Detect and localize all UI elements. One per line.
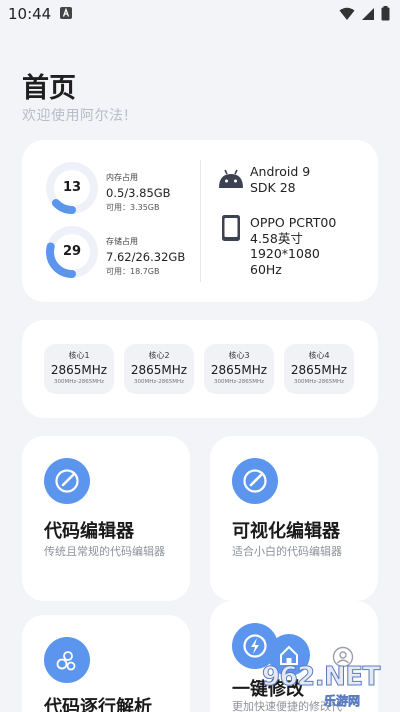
storage-value: 7.62/26.32GB: [106, 250, 186, 264]
core-name: 核心4: [308, 351, 330, 360]
storage-label: 存储占用: [106, 237, 138, 246]
feature-title: 可视化编辑器: [232, 521, 340, 542]
page-subtitle: 欢迎使用阿尔法!: [22, 108, 130, 124]
pen-icon: [232, 458, 278, 504]
android-icon: [218, 168, 244, 194]
watermark-brand: 962.NET: [262, 662, 381, 693]
watermark-logo: 962.NET 乐游网: [262, 662, 398, 710]
page-title: 首页: [22, 73, 76, 104]
feature-title: 代码编辑器: [44, 521, 134, 542]
sdk-version: SDK 28: [250, 179, 296, 195]
device-info-card: 13 内存占用 0.5/3.85GB 可用：3.35GB 29 存储占用 7.6…: [22, 140, 378, 302]
memory-label: 内存占用: [106, 173, 138, 182]
storage-meta: 存储占用 7.62/26.32GB 可用：18.7GB: [106, 236, 185, 277]
pen-icon: [44, 458, 90, 504]
feature-desc: 传统且常规的代码编辑器: [44, 545, 165, 558]
memory-percent: 13: [62, 180, 82, 195]
memory-value: 0.5/3.85GB: [106, 186, 171, 200]
status-time: 10:44: [8, 5, 52, 23]
screen-resolution: 1920*1080: [250, 246, 320, 261]
memory-ring: 13: [44, 160, 100, 216]
signal-icon: [362, 7, 374, 20]
battery-icon: [381, 6, 390, 21]
bubbles-icon: [44, 637, 90, 683]
device-model: OPPO PCRT00: [250, 215, 337, 230]
core-name: 核心2: [148, 351, 170, 360]
core-freq: 2865MHz: [130, 363, 188, 377]
cpu-cores-card: 核心1 2865MHz 300MHz-2865MHz 核心2 2865MHz 3…: [22, 320, 378, 418]
core-freq: 2865MHz: [50, 363, 108, 377]
info-divider: [200, 160, 201, 282]
core-chip: 核心2 2865MHz 300MHz-2865MHz: [124, 344, 194, 394]
core-name: 核心1: [68, 351, 90, 360]
code-editor-card[interactable]: 代码编辑器 传统且常规的代码编辑器: [22, 436, 190, 601]
core-range: 300MHz-2865MHz: [53, 379, 104, 385]
core-range: 300MHz-2865MHz: [293, 379, 344, 385]
memory-available: 可用：3.35GB: [106, 203, 160, 212]
feature-desc: 适合小白的代码编辑器: [232, 545, 342, 558]
storage-ring: 29: [44, 224, 100, 280]
core-chip: 核心4 2865MHz 300MHz-2865MHz: [284, 344, 354, 394]
phone-icon: [221, 214, 241, 246]
android-version: Android 9: [250, 164, 311, 179]
wifi-icon: [339, 7, 355, 20]
core-chip: 核心3 2865MHz 300MHz-2865MHz: [204, 344, 274, 394]
watermark-text: 乐游网: [324, 694, 361, 709]
core-range: 300MHz-2865MHz: [133, 379, 184, 385]
notification-a-icon: [60, 7, 72, 19]
line-parse-card[interactable]: 代码逐行解析: [22, 615, 190, 712]
core-freq: 2865MHz: [290, 363, 348, 377]
status-bar: 10:44: [0, 0, 400, 28]
core-freq: 2865MHz: [210, 363, 268, 377]
visual-editor-card[interactable]: 可视化编辑器 适合小白的代码编辑器: [210, 436, 378, 601]
core-range: 300MHz-2865MHz: [213, 379, 264, 385]
core-chip: 核心1 2865MHz 300MHz-2865MHz: [44, 344, 114, 394]
screen-size: 4.58英寸: [250, 230, 303, 246]
refresh-rate: 60Hz: [250, 261, 282, 277]
memory-meta: 内存占用 0.5/3.85GB 可用：3.35GB: [106, 172, 171, 213]
storage-percent: 29: [62, 244, 82, 259]
storage-available: 可用：18.7GB: [106, 267, 160, 276]
core-name: 核心3: [228, 351, 250, 360]
feature-title: 代码逐行解析: [44, 697, 152, 712]
